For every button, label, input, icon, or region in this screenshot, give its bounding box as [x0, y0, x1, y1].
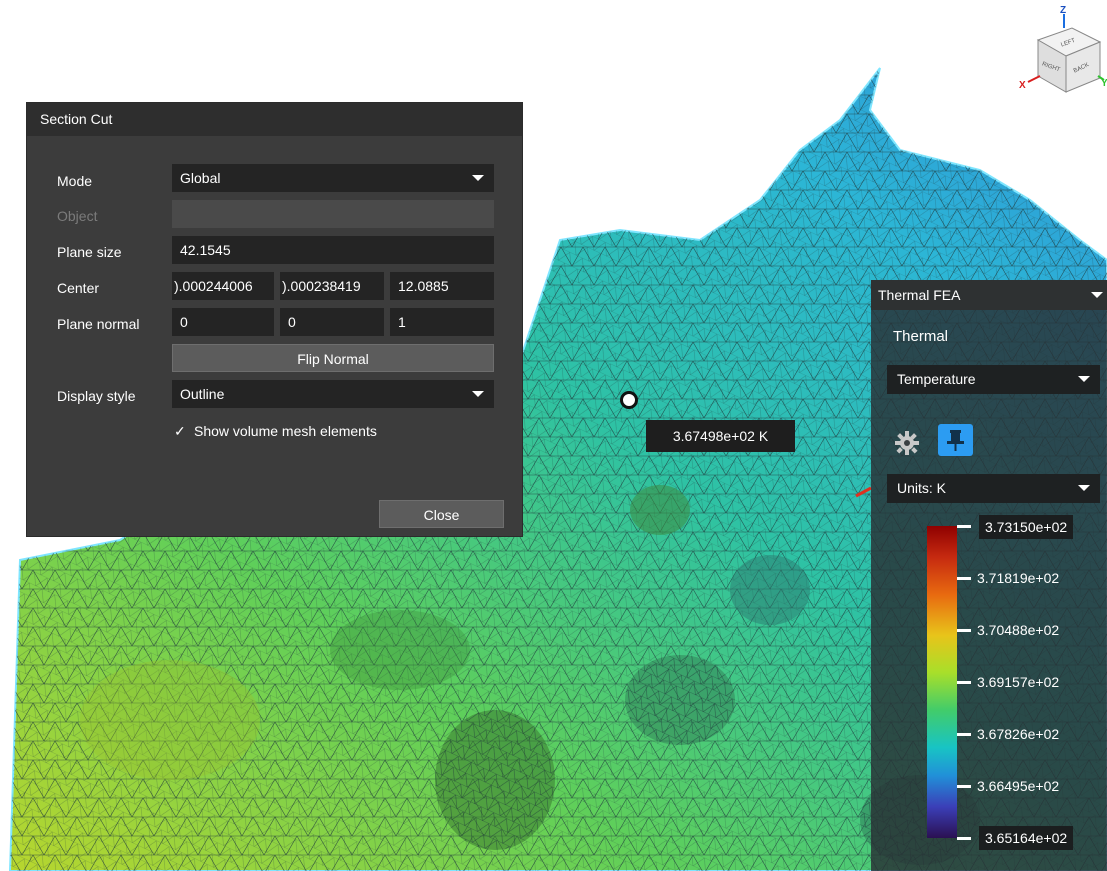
legend-tick-label: 3.66495e+02: [977, 778, 1060, 794]
legend-tick: [957, 629, 971, 632]
center-x-input[interactable]: ).000244006: [172, 272, 274, 300]
mode-label: Mode: [57, 173, 93, 189]
plane-size-label: Plane size: [57, 244, 122, 260]
gear-icon[interactable]: [894, 430, 920, 456]
temperature-colorbar: [927, 526, 957, 838]
dialog-title: Section Cut: [27, 103, 522, 136]
flip-normal-button[interactable]: Flip Normal: [172, 344, 494, 372]
normal-x-input[interactable]: 0: [172, 308, 274, 336]
show-volume-mesh-label: Show volume mesh elements: [194, 423, 377, 439]
panel-title[interactable]: Thermal FEA: [871, 280, 1107, 310]
section-cut-dialog: Section Cut Mode Global Object Plane siz…: [26, 102, 523, 537]
legend-tick-label: 3.70488e+02: [977, 622, 1060, 638]
legend-tick-label: 3.71819e+02: [977, 570, 1060, 586]
pin-icon: [947, 430, 964, 451]
mode-dropdown[interactable]: Global: [172, 164, 494, 192]
legend-tick: [957, 577, 971, 580]
units-dropdown[interactable]: Units: K: [887, 474, 1100, 503]
result-type-value: Temperature: [897, 371, 976, 387]
panel-title-text: Thermal FEA: [878, 287, 961, 303]
view-cube-axis-z: Z: [1060, 5, 1066, 16]
plane-size-input[interactable]: 42.1545: [172, 236, 494, 264]
object-field: [172, 200, 494, 228]
chevron-down-icon: [1078, 376, 1090, 382]
view-cube[interactable]: Z X Y LEFT RIGHT BACK: [1019, 5, 1107, 93]
legend-tick-label: 3.65164e+02: [979, 826, 1074, 850]
display-style-dropdown[interactable]: Outline: [172, 380, 494, 408]
legend-tick: [957, 837, 971, 840]
center-y-input[interactable]: ).000238419: [280, 272, 384, 300]
view-cube-axis-x: X: [1019, 80, 1026, 91]
legend-tick: [957, 681, 971, 684]
chevron-down-icon: [472, 391, 484, 397]
show-volume-mesh-checkbox[interactable]: ✓ Show volume mesh elements: [174, 423, 377, 440]
legend-tick: [957, 733, 971, 736]
pin-button[interactable]: [938, 424, 973, 456]
plane-normal-label: Plane normal: [57, 316, 140, 332]
display-style-value: Outline: [180, 386, 225, 402]
legend-tick-label: 3.67826e+02: [977, 726, 1060, 742]
chevron-down-icon: [1091, 292, 1103, 298]
close-button[interactable]: Close: [379, 500, 504, 528]
center-z-input[interactable]: 12.0885: [390, 272, 494, 300]
checkmark-icon: ✓: [174, 423, 186, 439]
display-style-label: Display style: [57, 388, 136, 404]
chevron-down-icon: [472, 175, 484, 181]
legend-tick-label: 3.73150e+02: [979, 515, 1074, 539]
probe-value-readout: 3.67498e+02 K: [646, 420, 795, 452]
object-label: Object: [57, 208, 98, 224]
view-cube-axis-y: Y: [1101, 78, 1107, 89]
probe-marker[interactable]: [620, 391, 638, 409]
center-label: Center: [57, 280, 100, 296]
legend-tick: [957, 525, 971, 528]
thermal-section-label: Thermal: [893, 328, 949, 345]
legend-tick: [957, 785, 971, 788]
units-value: Units: K: [897, 480, 947, 496]
result-type-dropdown[interactable]: Temperature: [887, 365, 1100, 394]
legend-tick-label: 3.69157e+02: [977, 674, 1060, 690]
chevron-down-icon: [1078, 485, 1090, 491]
thermal-fea-panel: Thermal FEA Thermal Temperature Units: K: [871, 280, 1107, 871]
mode-value: Global: [180, 170, 221, 186]
normal-z-input[interactable]: 1: [390, 308, 494, 336]
normal-y-input[interactable]: 0: [280, 308, 384, 336]
